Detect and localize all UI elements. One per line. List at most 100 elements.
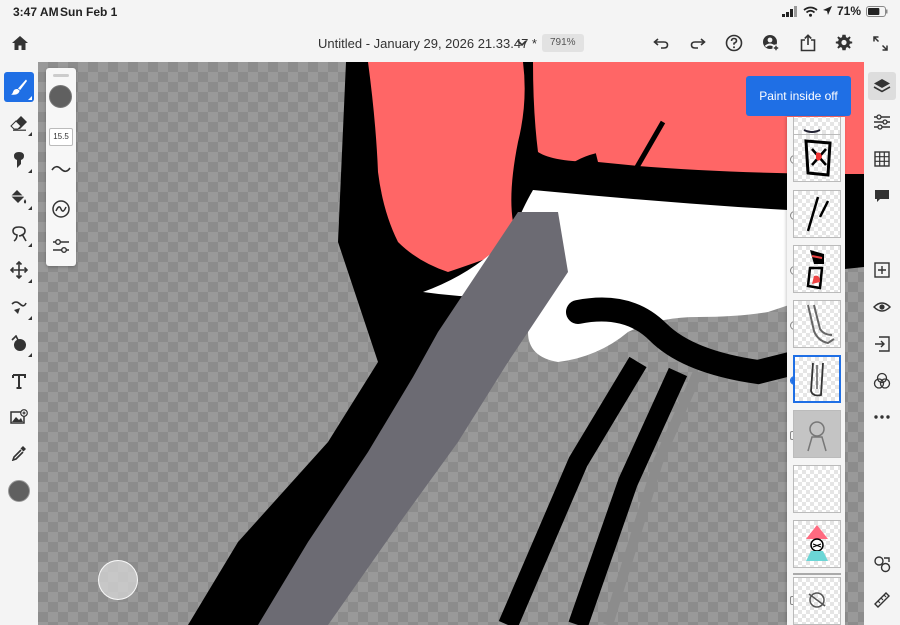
shape-icon bbox=[10, 335, 28, 353]
grid-icon bbox=[874, 151, 890, 167]
panel-drag-handle[interactable] bbox=[53, 74, 69, 77]
shape-tool[interactable] bbox=[4, 329, 34, 359]
add-layer-icon bbox=[874, 262, 890, 278]
move-tool[interactable] bbox=[4, 255, 34, 285]
add-user-icon bbox=[762, 34, 780, 52]
layer-thumbnail[interactable] bbox=[793, 520, 841, 568]
brush-settings-panel: 15.5 bbox=[46, 68, 76, 266]
eye-icon bbox=[873, 301, 891, 313]
share-icon bbox=[800, 34, 816, 52]
layer-thumbnail-selected[interactable] bbox=[793, 355, 841, 403]
brush-icon bbox=[10, 78, 28, 96]
blend-icon bbox=[873, 372, 891, 390]
liquify-icon bbox=[10, 298, 28, 316]
invite-button[interactable] bbox=[757, 29, 785, 57]
wave-icon bbox=[51, 164, 71, 174]
image-icon bbox=[10, 409, 28, 425]
layer-visibility-button[interactable] bbox=[868, 293, 896, 321]
ruler-button[interactable] bbox=[868, 586, 896, 614]
document-title[interactable]: Untitled - January 29, 2026 21.33.47 * bbox=[318, 36, 537, 51]
import-button[interactable] bbox=[868, 330, 896, 358]
import-icon bbox=[874, 336, 890, 352]
layer-thumbnail[interactable] bbox=[793, 134, 841, 182]
brush-pressure-button[interactable] bbox=[51, 199, 71, 219]
wifi-icon bbox=[803, 6, 818, 17]
move-icon bbox=[10, 261, 28, 279]
brush-settings-button[interactable] bbox=[51, 238, 71, 254]
layer-thumbnail-empty[interactable] bbox=[793, 465, 841, 513]
layers-panel bbox=[787, 117, 845, 625]
layer-group-divider bbox=[793, 573, 841, 575]
blend-mode-button[interactable] bbox=[868, 367, 896, 395]
paint-bucket-icon bbox=[10, 188, 28, 206]
status-bar: 3:47 AM Sun Feb 1 71% bbox=[0, 0, 900, 24]
layer-thumbnail[interactable] bbox=[793, 577, 841, 625]
brush-size-field[interactable]: 15.5 bbox=[49, 128, 73, 146]
eraser-icon bbox=[10, 115, 28, 131]
color-swatch[interactable] bbox=[4, 476, 34, 506]
status-right: 71% bbox=[781, 4, 888, 18]
share-button[interactable] bbox=[794, 29, 822, 57]
pressure-icon bbox=[51, 199, 71, 219]
undo-button[interactable] bbox=[647, 29, 675, 57]
more-horizontal-icon bbox=[874, 415, 890, 419]
settings-button[interactable] bbox=[830, 29, 858, 57]
adjustments-button[interactable] bbox=[868, 108, 896, 136]
home-icon bbox=[11, 35, 29, 51]
status-time: 3:47 AM bbox=[13, 5, 59, 19]
sliders-icon bbox=[873, 114, 891, 130]
expand-icon bbox=[872, 35, 888, 51]
title-bar: Untitled - January 29, 2026 21.33.47 * 7… bbox=[0, 24, 900, 62]
liquify-tool[interactable] bbox=[4, 292, 34, 322]
eyedropper-tool[interactable] bbox=[4, 438, 34, 468]
smudge-icon bbox=[11, 151, 27, 169]
paint-brush-tool[interactable] bbox=[4, 72, 34, 102]
text-tool[interactable] bbox=[4, 366, 34, 396]
help-icon bbox=[725, 34, 743, 52]
eraser-tool[interactable] bbox=[4, 108, 34, 138]
lasso-tool[interactable] bbox=[4, 219, 34, 249]
more-options-button[interactable] bbox=[868, 403, 896, 431]
image-tool[interactable] bbox=[4, 402, 34, 432]
add-layer-button[interactable] bbox=[868, 256, 896, 284]
brush-flow-button[interactable] bbox=[51, 164, 71, 174]
layers-icon bbox=[873, 77, 891, 95]
layer-thumbnail[interactable] bbox=[793, 245, 841, 293]
sync-colors-button[interactable] bbox=[868, 550, 896, 578]
paint-inside-toast: Paint inside off bbox=[746, 76, 851, 116]
redo-icon bbox=[690, 37, 706, 49]
artwork bbox=[38, 62, 864, 625]
layer-thumbnail[interactable] bbox=[793, 300, 841, 348]
zoom-level[interactable]: 791% bbox=[542, 34, 584, 52]
grid-button[interactable] bbox=[868, 145, 896, 173]
current-color-swatch bbox=[8, 480, 30, 502]
lasso-icon bbox=[10, 225, 28, 243]
ruler-icon bbox=[873, 591, 891, 609]
right-toolbar bbox=[864, 62, 900, 625]
comments-button[interactable] bbox=[868, 182, 896, 210]
layers-button[interactable] bbox=[868, 72, 896, 100]
undo-icon bbox=[653, 37, 669, 49]
location-icon bbox=[822, 6, 832, 16]
layer-thumbnail[interactable] bbox=[793, 190, 841, 238]
status-date: Sun Feb 1 bbox=[60, 5, 118, 19]
eyedropper-icon bbox=[11, 445, 27, 461]
smudge-tool[interactable] bbox=[4, 145, 34, 175]
cellular-signal-icon bbox=[781, 5, 798, 17]
layer-thumbnail[interactable] bbox=[793, 410, 841, 458]
sliders-icon bbox=[51, 238, 71, 254]
help-button[interactable] bbox=[720, 29, 748, 57]
drawing-canvas[interactable] bbox=[38, 62, 864, 625]
shapes-icon bbox=[873, 555, 891, 573]
home-button[interactable] bbox=[6, 29, 34, 57]
chevron-down-icon bbox=[517, 39, 527, 47]
text-icon bbox=[11, 373, 27, 389]
redo-button[interactable] bbox=[684, 29, 712, 57]
brush-color-swatch[interactable] bbox=[49, 85, 72, 108]
fill-tool[interactable] bbox=[4, 182, 34, 212]
gear-icon bbox=[835, 34, 853, 52]
touch-shortcut-button[interactable] bbox=[98, 560, 138, 600]
fullscreen-button[interactable] bbox=[866, 29, 894, 57]
comment-icon bbox=[874, 188, 890, 204]
title-dropdown-button[interactable] bbox=[510, 31, 534, 55]
